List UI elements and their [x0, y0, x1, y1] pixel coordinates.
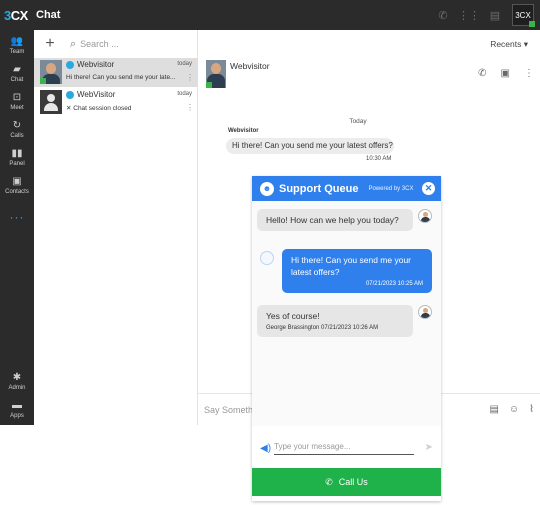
more-icon[interactable]: ··· — [0, 210, 34, 224]
message-sender: Webvisitor — [228, 128, 259, 134]
search-icon: ⌕ — [70, 37, 77, 50]
sidebar-item-admin[interactable]: ✱ Admin — [0, 368, 34, 396]
agent-avatar — [418, 209, 432, 223]
sidebar-item-calls[interactable]: ↻ Calls — [0, 116, 34, 144]
list-item[interactable]: WebVisitor today ✕ Chat session closed ⋮ — [34, 88, 198, 117]
timestamp: today — [177, 91, 192, 97]
sidebar-item-apps[interactable]: ▬ Apps — [0, 396, 34, 424]
phone-icon[interactable]: ✆ — [434, 6, 452, 24]
app-logo: 3CX — [4, 7, 28, 23]
template-icon[interactable]: ▤ — [489, 404, 498, 415]
calls-icon: ↻ — [12, 120, 22, 131]
day-separator: Today — [349, 118, 367, 125]
avatar — [40, 90, 62, 114]
sidebar: 👥 Team ▰ Chat ⊡ Meet ↻ Calls ▮▮ Panel ▣ … — [0, 30, 34, 425]
presence-dot — [529, 21, 535, 27]
more-options-icon[interactable]: ⋮ — [186, 103, 194, 112]
timestamp: today — [177, 61, 192, 67]
send-icon[interactable]: ➤ — [425, 442, 433, 453]
conversation-list: + ⌕ Search ... Webvisitor today Hi there… — [34, 30, 198, 425]
phone-icon: ✆ — [325, 476, 333, 487]
sidebar-item-team[interactable]: 👥 Team — [0, 32, 34, 60]
close-icon[interactable]: ✕ — [422, 182, 435, 195]
message-preview: ✕ Chat session closed — [66, 105, 132, 112]
visitor-message: Hi there! Can you send me your latest of… — [282, 249, 432, 293]
top-actions: ✆ ⋮⋮ ▤ 3CX — [434, 4, 535, 27]
dialpad-icon[interactable]: ⋮⋮ — [458, 6, 480, 24]
chat-contact-name: Webvisitor — [230, 61, 270, 71]
top-bar: 3CX Chat ✆ ⋮⋮ ▤ 3CX — [0, 0, 540, 30]
chat-header: Webvisitor ✆ ▣ ⋮ — [198, 58, 540, 92]
widget-messages: Hello! How can we help you today? Hi the… — [252, 201, 441, 426]
sidebar-item-contacts[interactable]: ▣ Contacts — [0, 172, 34, 200]
avatar — [206, 60, 226, 88]
team-icon: 👥 — [10, 36, 24, 47]
widget-message-input[interactable]: ◀) Type your message... ➤ — [252, 437, 441, 461]
add-chat-button[interactable]: + — [38, 35, 62, 53]
attach-icon[interactable]: ⌇ — [529, 404, 534, 415]
powered-by: Powered by 3CX — [368, 185, 414, 192]
call-us-button[interactable]: ✆ Call Us — [252, 468, 441, 496]
meet-icon: ⊡ — [12, 92, 22, 103]
emoji-icon[interactable]: ☺ — [509, 404, 519, 415]
widget-header: ☻ Support Queue Powered by 3CX ✕ — [252, 176, 441, 201]
widget-title: Support Queue — [279, 182, 359, 195]
more-options-icon[interactable]: ⋮ — [186, 73, 194, 82]
presence-dot — [206, 82, 212, 88]
recents-dropdown[interactable]: Recents ▾ — [490, 39, 528, 50]
list-item[interactable]: Webvisitor today Hi there! Can you send … — [34, 58, 198, 87]
support-agent-icon: ☻ — [260, 181, 274, 196]
panel-icon: ▮▮ — [11, 148, 23, 159]
widget-input-placeholder: Type your message... — [274, 442, 414, 455]
contact-name: Webvisitor — [77, 60, 115, 69]
list-toolbar: + ⌕ Search ... — [34, 30, 197, 58]
webvisitor-icon — [66, 60, 74, 69]
message-time: 10:30 AM — [366, 156, 392, 162]
composer-placeholder: Say Someth — [204, 405, 254, 415]
call-icon[interactable]: ✆ — [478, 68, 486, 79]
contact-name: WebVisitor — [77, 90, 116, 99]
avatar — [40, 60, 62, 84]
support-queue-widget: ☻ Support Queue Powered by 3CX ✕ Hello! … — [252, 176, 441, 501]
apps-icon: ▬ — [12, 400, 22, 411]
user-avatar[interactable]: 3CX — [512, 4, 535, 27]
message-preview: Hi there! Can you send me your late... — [66, 74, 176, 81]
message-bubble: Hi there! Can you send me your latest of… — [226, 138, 394, 154]
presence-dot — [40, 78, 46, 84]
agent-avatar — [418, 305, 432, 319]
agent-message: Hello! How can we help you today? — [257, 209, 413, 231]
search-input[interactable]: ⌕ Search ... — [70, 38, 119, 51]
sidebar-item-panel[interactable]: ▮▮ Panel — [0, 144, 34, 172]
contacts-icon: ▣ — [12, 176, 22, 187]
book-icon[interactable]: ▤ — [486, 6, 504, 24]
agent-message: Yes of course! George Brassington 07/21/… — [257, 305, 413, 337]
app-window: 3CX Chat ✆ ⋮⋮ ▤ 3CX 👥 Team ▰ Chat ⊡ Meet… — [0, 0, 540, 505]
transfer-icon[interactable]: ▣ — [501, 68, 510, 79]
sidebar-item-meet[interactable]: ⊡ Meet — [0, 88, 34, 116]
more-options-icon[interactable]: ⋮ — [524, 68, 534, 79]
webvisitor-icon — [66, 90, 74, 99]
sidebar-item-chat[interactable]: ▰ Chat — [0, 60, 34, 88]
visitor-avatar — [260, 251, 274, 265]
admin-icon: ✱ — [12, 372, 22, 383]
chat-icon: ▰ — [13, 64, 21, 75]
speaker-icon[interactable]: ◀) — [260, 443, 271, 454]
page-title: Chat — [36, 9, 61, 21]
